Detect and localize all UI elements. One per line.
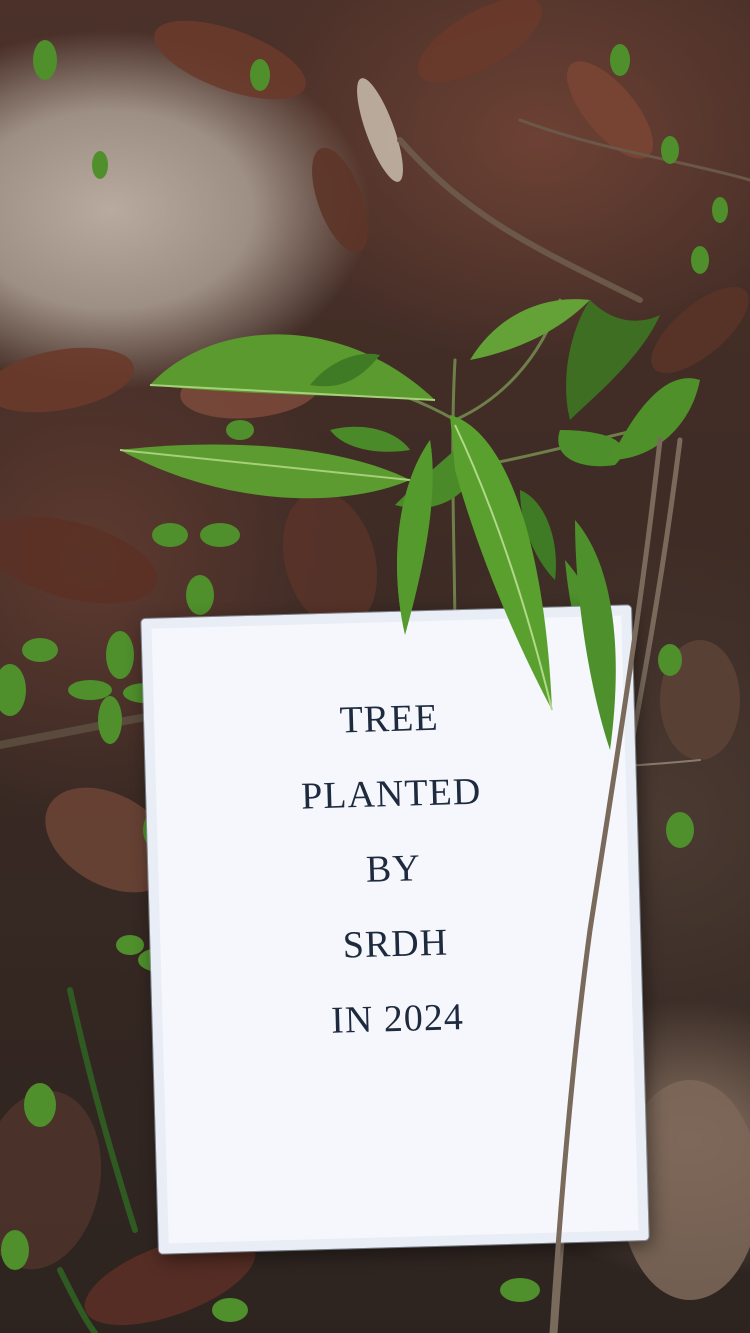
sign-line-3: BY <box>365 847 422 891</box>
sign-line-4: SRDH <box>342 921 449 967</box>
sign-line-1: TREE <box>339 696 440 742</box>
sign-line-5: IN 2024 <box>330 996 465 1042</box>
sign-line-2: PLANTED <box>300 770 482 818</box>
sign-text: TREE PLANTED BY SRDH IN 2024 <box>154 694 634 1082</box>
plastic-sign: TREE PLANTED BY SRDH IN 2024 <box>141 605 649 1254</box>
